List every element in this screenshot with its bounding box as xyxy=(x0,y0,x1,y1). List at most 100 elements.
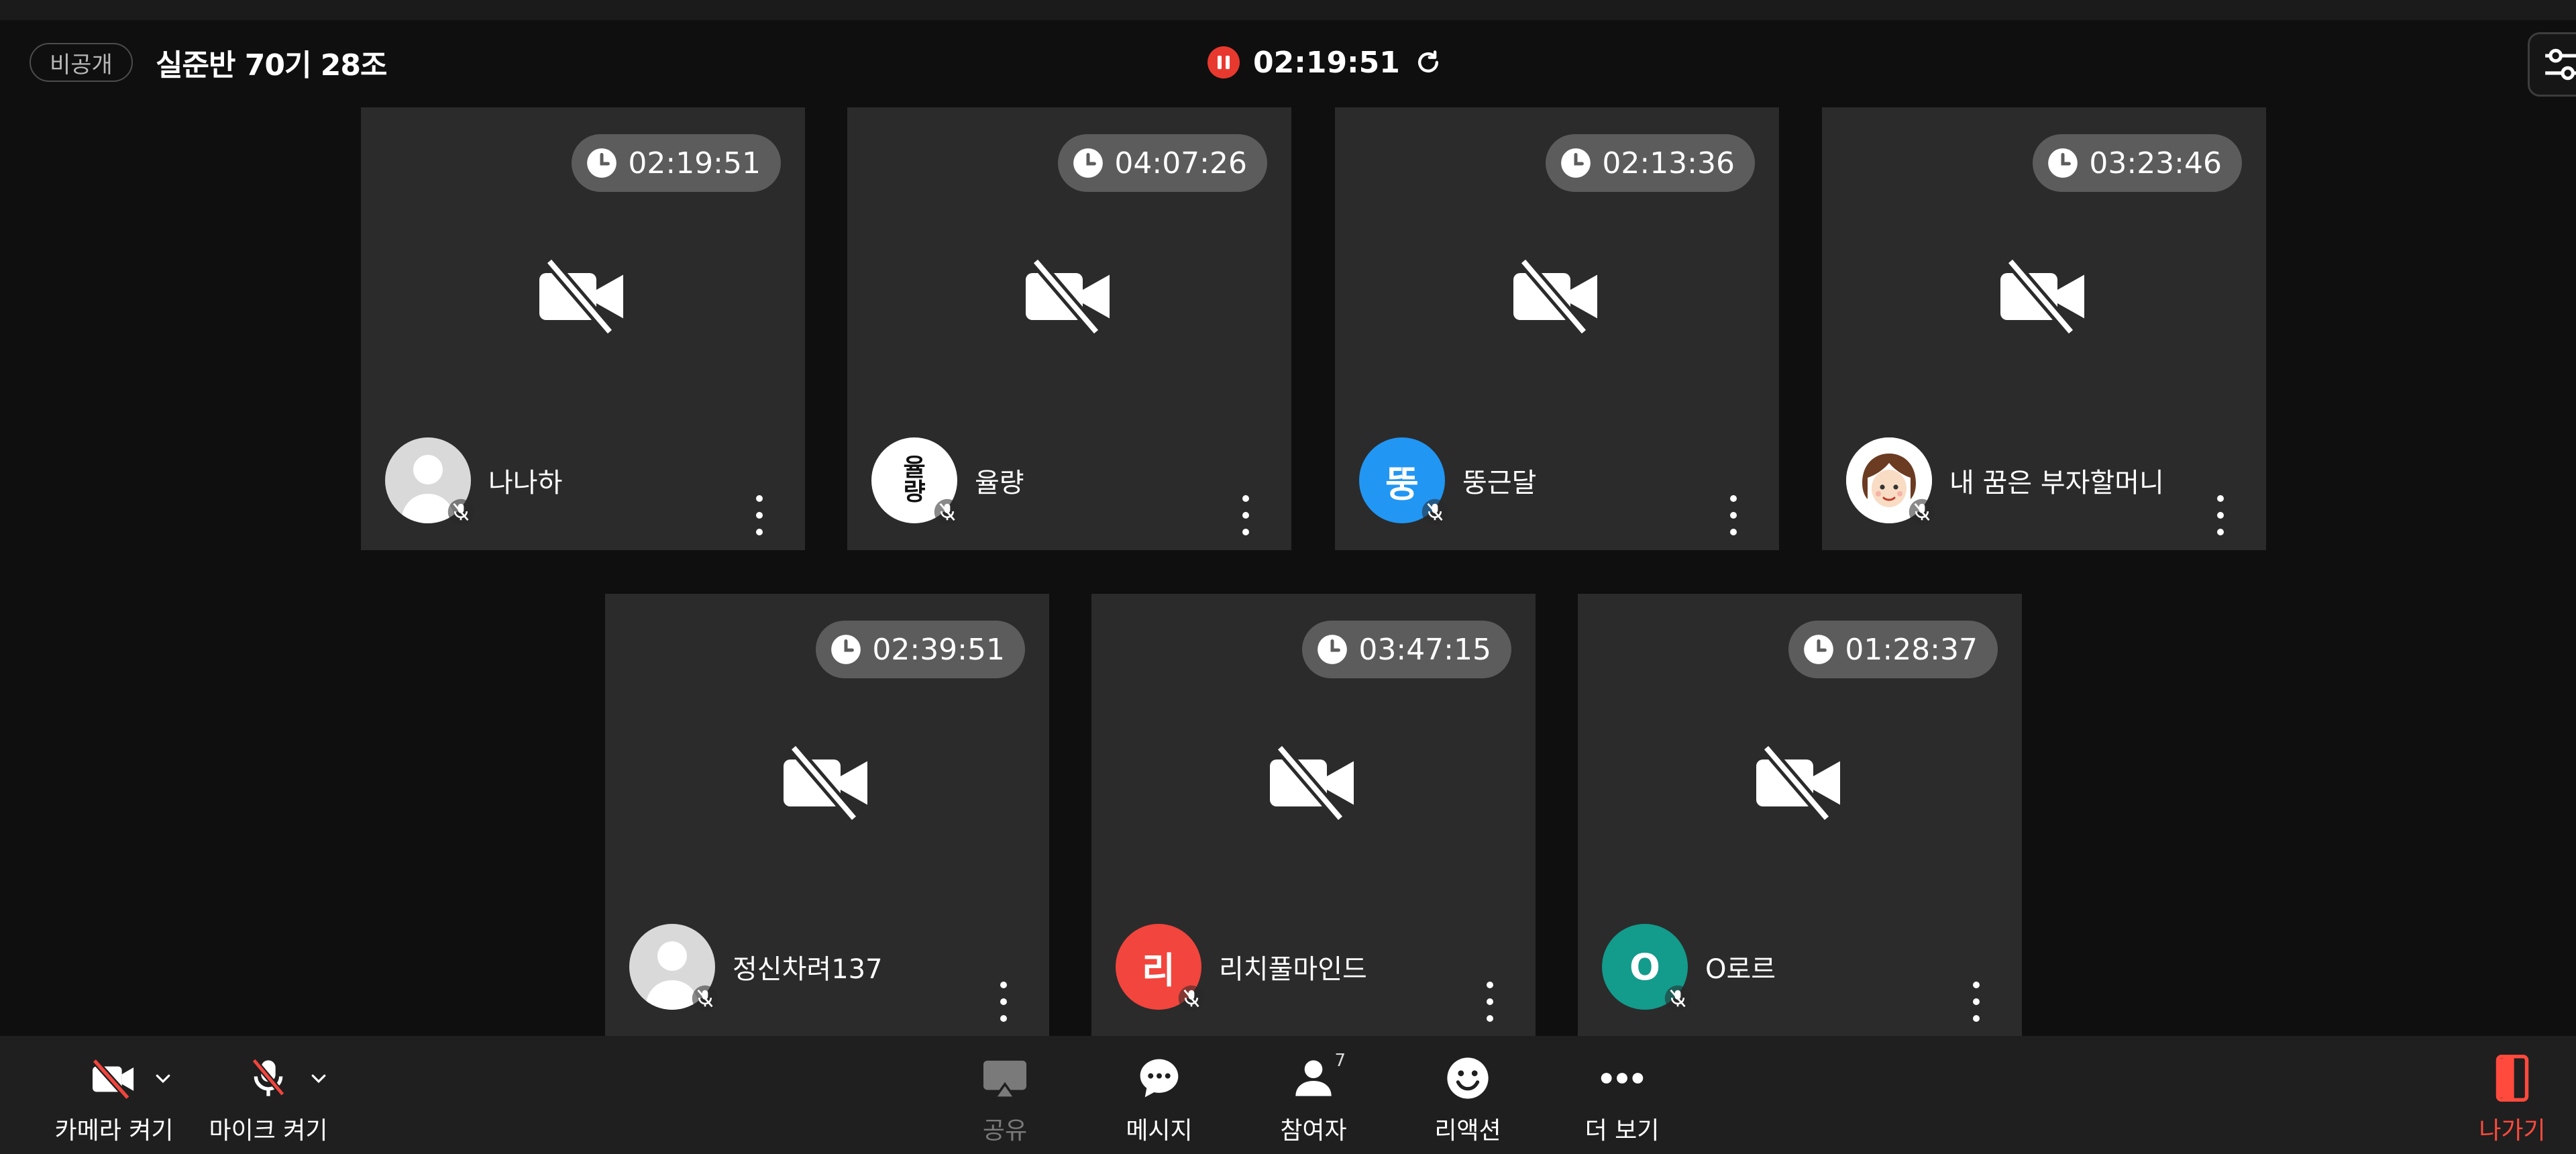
exit-door-icon xyxy=(2496,1055,2529,1102)
exit-button[interactable]: 나가기 xyxy=(2455,1036,2569,1154)
clock-icon xyxy=(1561,148,1591,178)
timer-text: 02:39:51 xyxy=(872,632,1005,667)
participant-avatar: 뚱 xyxy=(1359,437,1448,525)
participant-menu-button[interactable] xyxy=(2212,495,2229,535)
camera-off-icon xyxy=(539,260,623,333)
timer-text: 03:23:46 xyxy=(2089,146,2222,180)
participant-menu-button[interactable] xyxy=(1482,982,1498,1022)
mic-off-icon xyxy=(252,1058,285,1096)
participant-name: 뚱근달 xyxy=(1462,468,1537,499)
chevron-down-icon[interactable] xyxy=(153,1068,173,1088)
smiley-icon xyxy=(1447,1057,1489,1099)
participants-label: 참여자 xyxy=(1280,1117,1347,1145)
participant-avatar xyxy=(385,437,474,525)
message-button[interactable]: 메시지 xyxy=(1092,1036,1226,1154)
camera-off-icon xyxy=(1756,746,1840,820)
message-label: 메시지 xyxy=(1126,1117,1193,1145)
clock-icon xyxy=(1804,635,1834,664)
participant-name: 정신차려137 xyxy=(733,954,883,985)
reaction-button[interactable]: 리액션 xyxy=(1401,1036,1535,1154)
more-label: 더 보기 xyxy=(1585,1117,1660,1145)
camera-off-icon xyxy=(784,746,867,820)
participation-timer: 01:28:37 xyxy=(1788,621,1998,678)
camera-off-icon xyxy=(1026,260,1110,333)
participant-name: 나나하 xyxy=(488,468,563,499)
share-label: 공유 xyxy=(982,1117,1028,1145)
clock-icon xyxy=(587,148,617,178)
mic-toggle-button[interactable]: 마이크 켜기 xyxy=(201,1036,335,1154)
avatar-letter: 뚱 xyxy=(1385,462,1419,505)
avatar-text: 율 량 xyxy=(903,454,926,506)
avatar-letter: O xyxy=(1629,945,1660,988)
mic-label: 마이크 켜기 xyxy=(209,1117,328,1145)
refresh-icon[interactable] xyxy=(1413,48,1443,77)
participant-tile[interactable]: 03:47:15 리 리치풀마인드 xyxy=(1091,594,1536,1037)
clock-icon xyxy=(1318,635,1348,664)
participation-timer: 03:23:46 xyxy=(2033,134,2242,192)
participant-tile[interactable]: 03:23:46 내 꿈은 부자할머니 xyxy=(1822,107,2266,550)
participant-tile[interactable]: 04:07:26 율 량 율량 xyxy=(847,107,1291,550)
participant-tile[interactable]: 02:19:51 나나하 xyxy=(361,107,805,550)
share-button[interactable]: 공유 xyxy=(938,1036,1072,1154)
mic-muted-icon xyxy=(934,499,961,525)
recording-status: 02:19:51 xyxy=(1208,43,1443,82)
privacy-badge: 비공개 xyxy=(30,43,133,82)
participant-tile[interactable]: 02:13:36 뚱 뚱근달 xyxy=(1335,107,1779,550)
camera-off-icon xyxy=(1270,746,1354,820)
participant-tile[interactable]: 02:39:51 정신차려137 xyxy=(605,594,1049,1037)
timer-text: 01:28:37 xyxy=(1845,632,1978,667)
camera-label: 카메라 켜기 xyxy=(54,1117,174,1145)
clock-icon xyxy=(1073,148,1104,178)
exit-label: 나가기 xyxy=(2479,1117,2546,1145)
participant-avatar: 율 량 xyxy=(871,437,961,525)
screen-share-icon xyxy=(983,1060,1026,1099)
mic-muted-icon xyxy=(1909,499,1935,525)
recording-time: 02:19:51 xyxy=(1253,45,1400,80)
camera-off-icon xyxy=(92,1058,134,1100)
timer-text: 03:47:15 xyxy=(1358,632,1491,667)
participants-count: 7 xyxy=(1334,1051,1346,1071)
timer-text: 02:19:51 xyxy=(628,146,761,180)
participant-menu-button[interactable] xyxy=(1238,495,1254,535)
recording-pause-button[interactable] xyxy=(1208,46,1240,78)
window-top-strip xyxy=(0,0,2576,20)
participant-avatar xyxy=(1846,437,1935,525)
participant-avatar: O xyxy=(1602,924,1691,1012)
view-settings-button[interactable] xyxy=(2528,32,2576,97)
more-button[interactable]: 더 보기 xyxy=(1555,1036,1689,1154)
mic-muted-icon xyxy=(692,985,718,1012)
participants-button[interactable]: 7 참여자 xyxy=(1246,1036,1381,1154)
camera-off-icon xyxy=(1513,260,1597,333)
participant-tile[interactable]: 01:28:37 O O로르 xyxy=(1578,594,2022,1037)
participation-timer: 04:07:26 xyxy=(1058,134,1267,192)
avatar-letter: 리 xyxy=(1142,949,1175,992)
timer-text: 02:13:36 xyxy=(1602,146,1735,180)
participant-menu-button[interactable] xyxy=(996,982,1012,1022)
participation-timer: 02:19:51 xyxy=(572,134,781,192)
timer-text: 04:07:26 xyxy=(1114,146,1247,180)
participant-avatar xyxy=(629,924,718,1012)
clock-icon xyxy=(831,635,861,664)
participation-timer: 02:39:51 xyxy=(816,621,1025,678)
participant-avatar: 리 xyxy=(1116,924,1205,1012)
chevron-down-icon[interactable] xyxy=(309,1068,329,1088)
participant-menu-button[interactable] xyxy=(1725,495,1741,535)
ellipsis-icon xyxy=(1601,1073,1644,1084)
reaction-label: 리액션 xyxy=(1434,1117,1501,1145)
participant-name: 율량 xyxy=(975,468,1024,499)
mic-muted-icon xyxy=(1664,985,1691,1012)
participant-name: 리치풀마인드 xyxy=(1219,954,1367,985)
participant-name: O로르 xyxy=(1705,954,1776,985)
participant-name: 내 꿈은 부자할머니 xyxy=(1949,468,2164,499)
mic-muted-icon xyxy=(447,499,474,525)
camera-off-icon xyxy=(2000,260,2084,333)
sliders-icon xyxy=(2545,48,2576,81)
participant-menu-button[interactable] xyxy=(1968,982,1984,1022)
clock-icon xyxy=(2048,148,2078,178)
participation-timer: 02:13:36 xyxy=(1546,134,1755,192)
participant-menu-button[interactable] xyxy=(751,495,767,535)
mic-muted-icon xyxy=(1178,985,1205,1012)
meeting-title: 실준반 70기 28조 xyxy=(156,48,387,83)
camera-toggle-button[interactable]: 카메라 켜기 xyxy=(47,1036,181,1154)
chat-bubble-icon xyxy=(1140,1059,1179,1098)
